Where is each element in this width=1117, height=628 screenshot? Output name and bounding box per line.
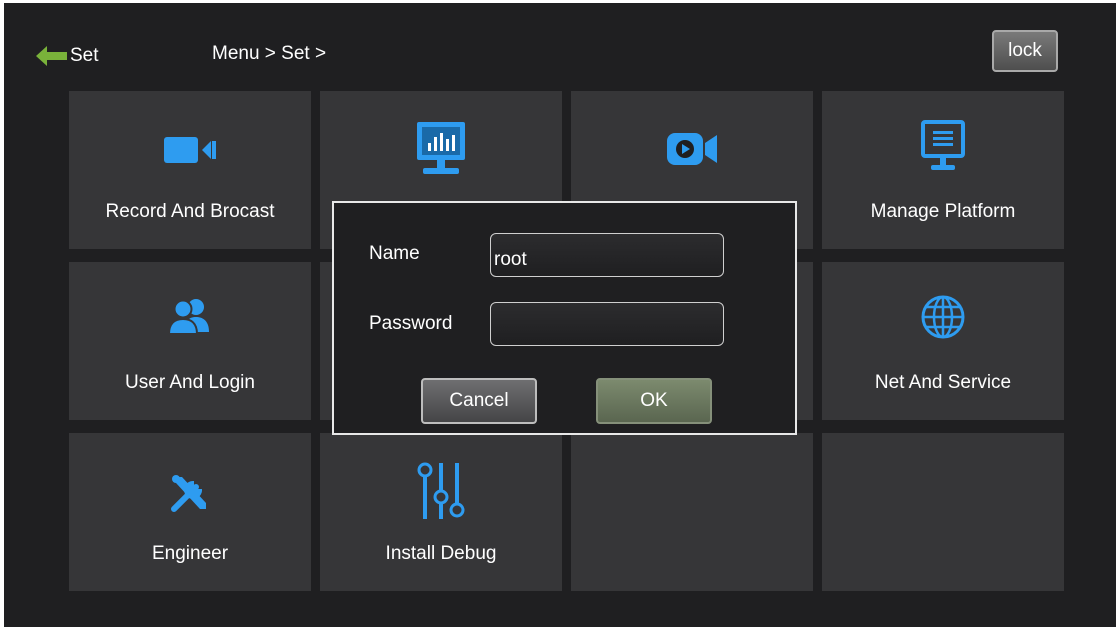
cancel-button[interactable]: Cancel [421, 378, 537, 424]
video-camera-icon [164, 137, 216, 163]
password-label: Password [369, 313, 453, 334]
name-input[interactable] [490, 233, 724, 277]
users-icon [168, 299, 209, 335]
screen-menu-icon [921, 120, 965, 170]
tile-label: Engineer [151, 543, 229, 564]
tile-label: Record And Brocast [105, 201, 275, 222]
set-menu-screen: Set Menu > Set > lock Record And Brocast [4, 3, 1116, 627]
tile-label: Install Debug [385, 543, 497, 564]
tile-manage-platform[interactable]: Manage Platform [822, 91, 1064, 249]
globe-icon [921, 295, 965, 339]
video-play-camera-icon [667, 133, 717, 165]
back-label: Set [70, 45, 99, 66]
lock-button[interactable]: lock [992, 30, 1058, 72]
password-input[interactable] [490, 302, 724, 346]
back-button[interactable]: Set [34, 41, 99, 71]
name-label: Name [369, 243, 420, 264]
back-arrow-icon [36, 46, 67, 66]
tools-icon [171, 475, 206, 512]
tile-empty-1[interactable] [571, 433, 813, 591]
login-dialog: Name Password Cancel OK [332, 201, 797, 435]
monitor-chart-icon [417, 122, 465, 174]
tile-empty-2[interactable] [822, 433, 1064, 591]
tile-user-and-login[interactable]: User And Login [69, 262, 311, 420]
tile-engineer[interactable]: Engineer [69, 433, 311, 591]
tile-label: Net And Service [874, 372, 1012, 393]
tile-net-and-service[interactable]: Net And Service [822, 262, 1064, 420]
tile-record-and-broadcast[interactable]: Record And Brocast [69, 91, 311, 249]
tile-label: Manage Platform [870, 201, 1016, 222]
sliders-icon [417, 462, 465, 519]
ok-button[interactable]: OK [596, 378, 712, 424]
breadcrumb: Menu > Set > [212, 43, 327, 64]
tile-label: User And Login [125, 372, 255, 393]
tile-install-debug[interactable]: Install Debug [320, 433, 562, 591]
